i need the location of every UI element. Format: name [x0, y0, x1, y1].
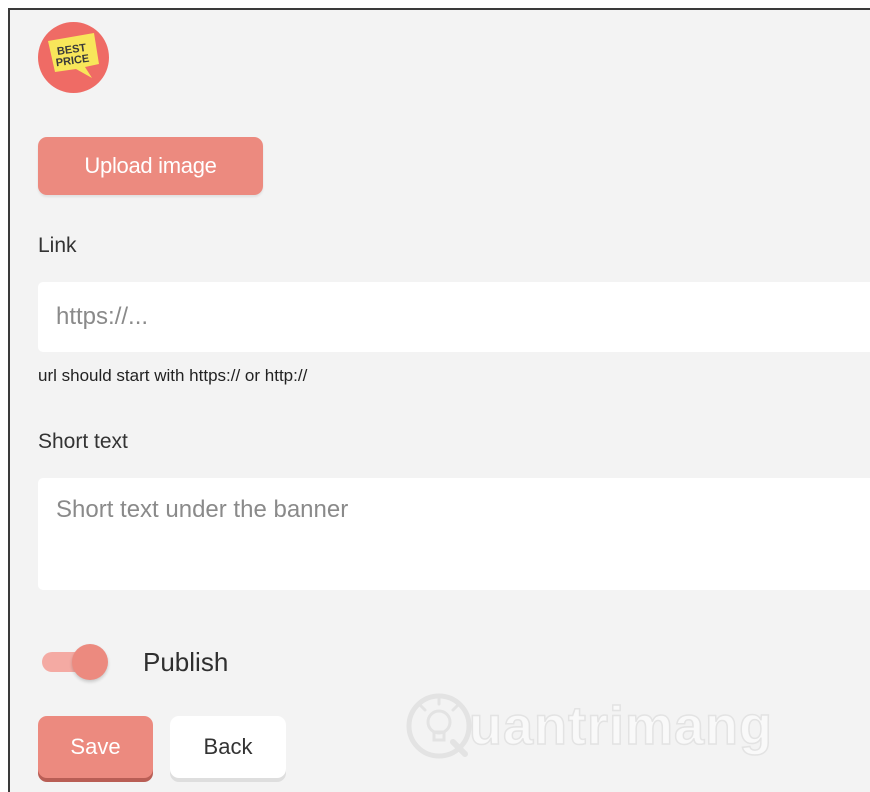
- back-button[interactable]: Back: [170, 716, 286, 778]
- save-button[interactable]: Save: [38, 716, 153, 778]
- upload-image-button[interactable]: Upload image: [38, 137, 263, 195]
- publish-label: Publish: [143, 647, 229, 677]
- short-text-label: Short text: [38, 430, 128, 453]
- best-price-logo: BEST PRICE: [38, 22, 109, 93]
- link-label: Link: [38, 234, 77, 257]
- watermark: uantrimang: [403, 686, 773, 766]
- link-helper-text: url should start with https:// or http:/…: [38, 366, 308, 385]
- publish-toggle[interactable]: [42, 644, 108, 680]
- short-text-input[interactable]: [38, 478, 870, 590]
- publish-toggle-knob: [72, 644, 108, 680]
- watermark-text: uantrimang: [468, 695, 774, 757]
- banner-editor-panel: BEST PRICE Upload image Link url should …: [8, 8, 870, 792]
- link-input[interactable]: [38, 282, 870, 352]
- best-price-tag-icon: BEST PRICE: [48, 33, 99, 78]
- lightbulb-q-icon: [406, 693, 472, 759]
